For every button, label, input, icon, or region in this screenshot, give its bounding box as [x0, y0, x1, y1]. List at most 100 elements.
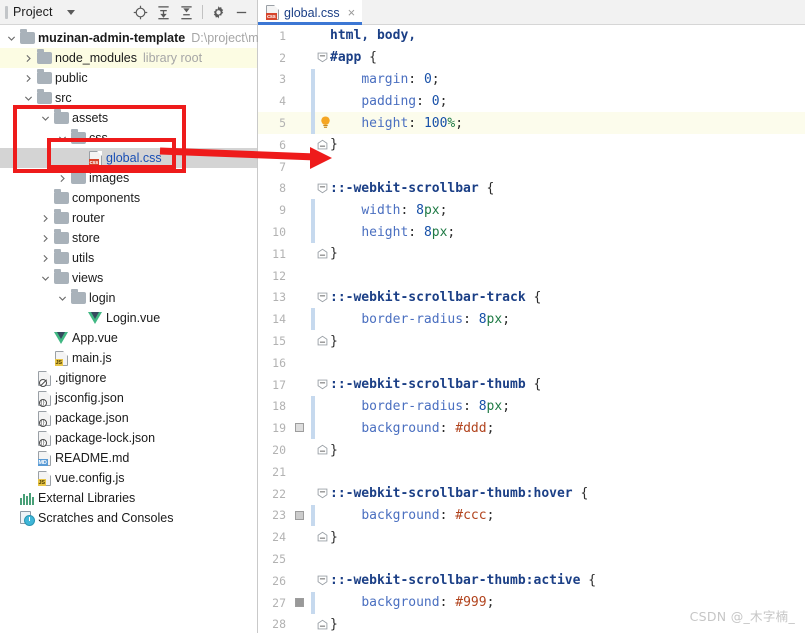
editor-tab-global-css[interactable]: css global.css × [258, 0, 363, 25]
tree-item-vue-config-js[interactable]: JS vue.config.js [0, 468, 257, 488]
tree-item-router[interactable]: router [0, 208, 257, 228]
tree-expand-toggle[interactable] [21, 88, 35, 108]
toolbar-separator [202, 5, 203, 19]
tree-expand-toggle[interactable] [55, 288, 69, 308]
tree-item-jsconfig-json[interactable]: {} jsconfig.json [0, 388, 257, 408]
tree-expand-toggle[interactable] [38, 248, 52, 268]
code-line[interactable]: 18 border-radius: 8px; [258, 395, 805, 418]
tree-item-app-vue[interactable]: App.vue [0, 328, 257, 348]
code-line[interactable]: 23 background: #ccc; [258, 504, 805, 527]
fold-marker[interactable] [316, 287, 330, 309]
tree-item-node-modules[interactable]: node_modules library root [0, 48, 257, 68]
fold-marker[interactable] [316, 47, 330, 69]
code-line[interactable]: 4 padding: 0; [258, 90, 805, 113]
fold-marker[interactable] [316, 483, 330, 505]
tree-expand-toggle[interactable] [21, 48, 35, 68]
fold-marker[interactable] [316, 614, 330, 633]
tree-item-readme-md[interactable]: MD README.md [0, 448, 257, 468]
chevron-down-icon[interactable] [66, 9, 75, 15]
expand-all-icon[interactable] [152, 1, 175, 23]
code-line[interactable]: 7 [258, 156, 805, 178]
collapse-all-icon[interactable] [175, 1, 198, 23]
tree-expand-toggle[interactable] [21, 68, 35, 88]
code-line[interactable]: 3 margin: 0; [258, 68, 805, 91]
tree-item-package-json[interactable]: {} package.json [0, 408, 257, 428]
tree-item-muzinan-admin-template[interactable]: muzinan-admin-template D:\project\m [0, 28, 259, 48]
code-line[interactable]: 9 width: 8px; [258, 199, 805, 222]
code-line[interactable]: 14 border-radius: 8px; [258, 308, 805, 331]
gutter-marks [292, 526, 310, 548]
code-line[interactable]: 16 [258, 352, 805, 374]
code-line[interactable]: 12 [258, 265, 805, 287]
fold-marker[interactable] [316, 439, 330, 461]
tree-item-scratches-and-consoles[interactable]: Scratches and Consoles [0, 508, 257, 528]
code-line[interactable]: 26::-webkit-scrollbar-thumb:active { [258, 570, 805, 592]
tree-expand-toggle[interactable] [55, 168, 69, 188]
code-line[interactable]: 2 #app { [258, 47, 805, 69]
fold-marker[interactable] [316, 526, 330, 548]
code-line[interactable]: 6} [258, 134, 805, 156]
tree-item-utils[interactable]: utils [0, 248, 257, 268]
panel-toolbar [129, 1, 253, 23]
fold-marker [316, 221, 330, 243]
close-icon[interactable]: × [348, 6, 356, 19]
code-line[interactable]: 21 [258, 461, 805, 483]
locate-icon[interactable] [129, 1, 152, 23]
tree-expand-toggle[interactable] [55, 128, 69, 148]
tree-item-login-vue[interactable]: Login.vue [0, 308, 257, 328]
code-line[interactable]: 19 background: #ddd; [258, 417, 805, 440]
tree-item-assets[interactable]: assets [0, 108, 257, 128]
tree-item-login[interactable]: login [0, 288, 257, 308]
code-line[interactable]: 17::-webkit-scrollbar-thumb { [258, 374, 805, 396]
tree-item-css[interactable]: css [0, 128, 257, 148]
tree-item-external-libraries[interactable]: External Libraries [0, 488, 257, 508]
fold-marker[interactable] [316, 570, 330, 592]
tree-expand-toggle[interactable] [38, 208, 52, 228]
fold-marker[interactable] [316, 178, 330, 200]
fold-marker[interactable] [316, 330, 330, 352]
line-number: 25 [272, 552, 286, 567]
tree-expand-toggle[interactable] [4, 28, 18, 48]
code-line[interactable]: 13::-webkit-scrollbar-track { [258, 287, 805, 309]
code-line[interactable]: 1 html, body, [258, 25, 805, 47]
tree-item-src[interactable]: src [0, 88, 257, 108]
code-line[interactable]: 25 [258, 548, 805, 570]
tree-item-images[interactable]: images [0, 168, 257, 188]
tree-item-package-lock-json[interactable]: {} package-lock.json [0, 428, 257, 448]
fold-marker [316, 505, 330, 527]
tree-expand-toggle[interactable] [38, 108, 52, 128]
gear-icon[interactable] [207, 1, 230, 23]
gutter-marks [292, 69, 310, 91]
tree-item-global-css[interactable]: css global.css [0, 148, 257, 168]
code-editor[interactable]: 1 html, body, 2 #app {3 margin: 0; 4 padding… [258, 25, 805, 633]
gutter-marks [292, 178, 310, 200]
fold-marker[interactable] [316, 243, 330, 265]
code-line[interactable]: 24} [258, 526, 805, 548]
gutter-marks [292, 570, 310, 592]
code-line[interactable]: 20} [258, 439, 805, 461]
tree-expand-toggle[interactable] [38, 268, 52, 288]
code-line[interactable]: 5 height: 100%; [258, 112, 805, 134]
project-panel-title-group[interactable]: Project [2, 5, 75, 19]
minimize-icon[interactable] [230, 1, 253, 23]
fold-marker[interactable] [316, 134, 330, 156]
chevron-right-icon [59, 174, 65, 182]
code-line[interactable]: 22::-webkit-scrollbar-thumb:hover { [258, 483, 805, 505]
tree-item-gitignore[interactable]: .gitignore [0, 368, 257, 388]
line-number: 24 [272, 530, 286, 545]
code-line[interactable]: 11} [258, 243, 805, 265]
folder-icon [53, 249, 69, 264]
tree-item-views[interactable]: views [0, 268, 257, 288]
tree-expand-toggle[interactable] [38, 228, 52, 248]
fold-marker[interactable] [316, 374, 330, 396]
code-line[interactable]: 15} [258, 330, 805, 352]
tree-expand-toggle [38, 328, 52, 348]
tree-item-public[interactable]: public [0, 68, 257, 88]
tree-item-main-js[interactable]: JS main.js [0, 348, 257, 368]
fold-close-icon [317, 248, 328, 259]
code-line[interactable]: 10 height: 8px; [258, 221, 805, 243]
tree-item-components[interactable]: components [0, 188, 257, 208]
tree-item-store[interactable]: store [0, 228, 257, 248]
line-number: 13 [272, 290, 286, 305]
code-line[interactable]: 8::-webkit-scrollbar { [258, 178, 805, 200]
